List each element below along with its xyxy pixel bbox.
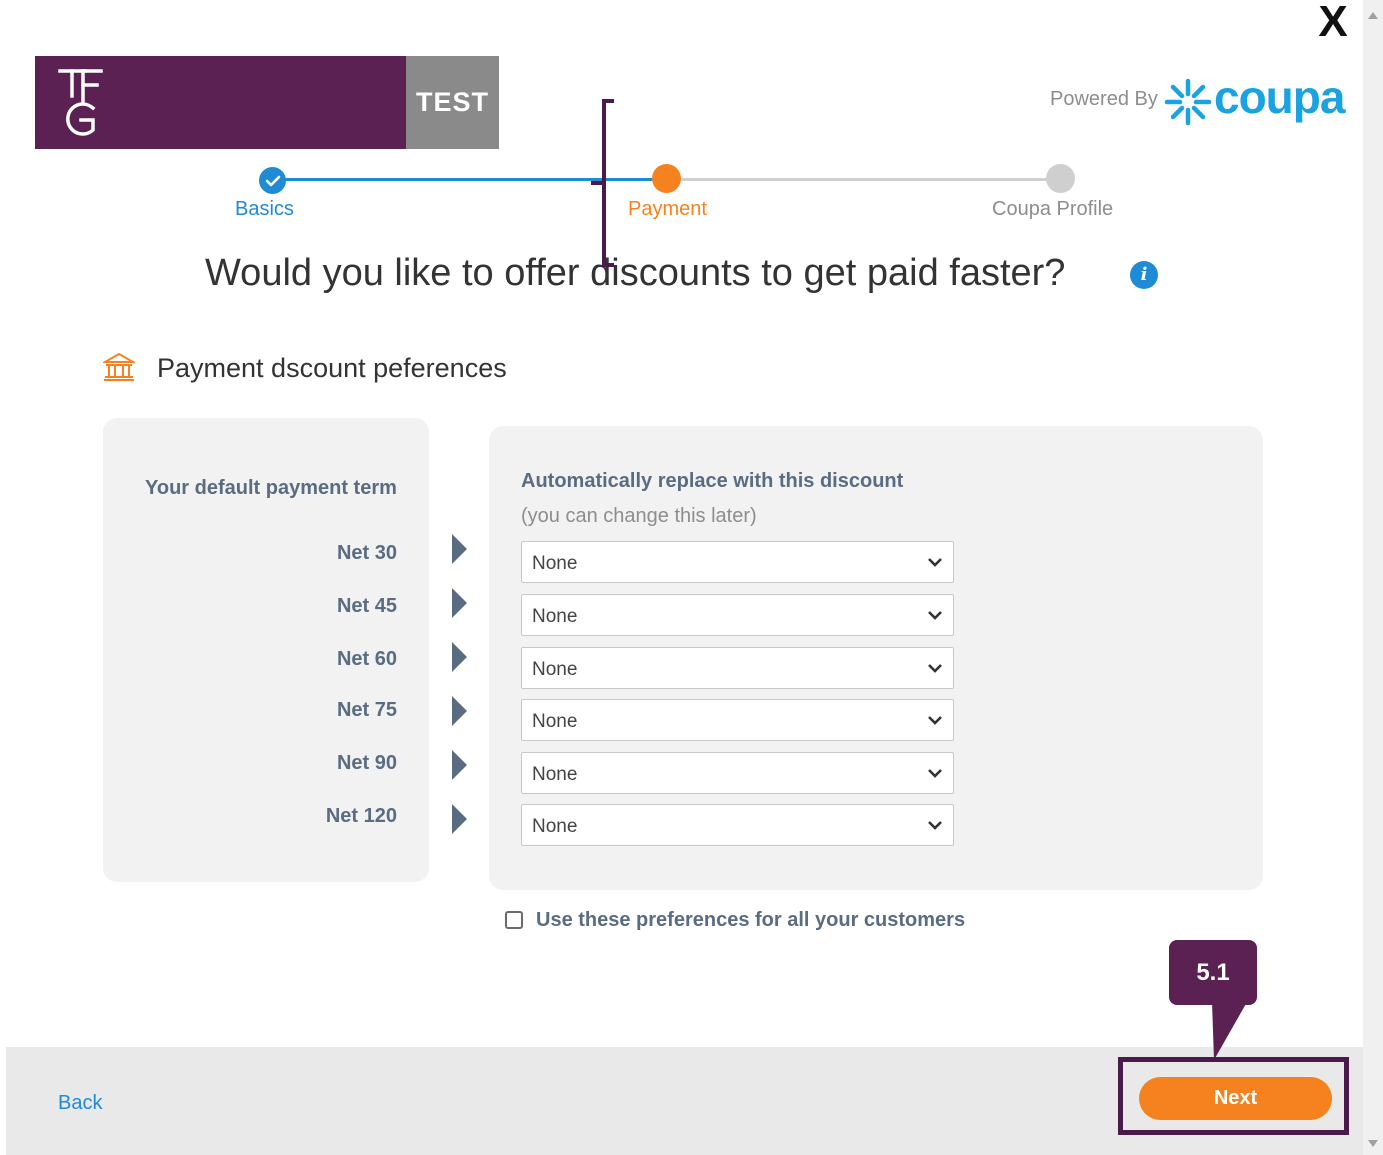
- replace-discount-header: Automatically replace with this discount: [521, 470, 904, 492]
- scroll-up-icon[interactable]: [1368, 12, 1378, 19]
- stepper-remaining-line: [667, 178, 1061, 181]
- bank-icon: [103, 352, 135, 381]
- callout-pointer: [1212, 1002, 1247, 1060]
- chevron-down-icon: [928, 769, 942, 778]
- section-title: Payment dscount peferences: [157, 353, 507, 383]
- discount-select[interactable]: None: [521, 804, 954, 846]
- coupa-burst-icon: [1164, 78, 1212, 126]
- step-payment-dot: [652, 164, 681, 193]
- arrow-right-icon: [452, 534, 467, 564]
- test-badge: TEST: [406, 56, 499, 149]
- info-icon[interactable]: i: [1130, 261, 1158, 289]
- term-label: Net 30: [336, 542, 397, 564]
- all-customers-checkbox[interactable]: [505, 911, 523, 929]
- step-basics-check-icon[interactable]: [259, 167, 286, 194]
- replace-discount-subheader: (you can change this later): [521, 505, 757, 527]
- powered-by-label: Powered By: [1050, 88, 1158, 110]
- back-link[interactable]: Back: [58, 1092, 102, 1115]
- arrow-right-icon: [452, 642, 467, 672]
- discount-select-value: None: [532, 606, 578, 627]
- coupa-logo-text: coupa: [1214, 71, 1345, 123]
- scroll-down-icon[interactable]: [1368, 1140, 1378, 1147]
- step-basics-label[interactable]: Basics: [235, 198, 294, 221]
- term-label: Net 60: [336, 648, 397, 670]
- discount-select[interactable]: None: [521, 541, 954, 583]
- arrow-right-icon: [452, 804, 467, 834]
- tfg-monogram-icon: [58, 69, 103, 136]
- annotation-bracket-top: [602, 99, 614, 103]
- discount-select-value: None: [532, 764, 578, 785]
- chevron-down-icon: [928, 716, 942, 725]
- next-button[interactable]: Next: [1139, 1077, 1332, 1120]
- discount-select[interactable]: None: [521, 699, 954, 741]
- chevron-down-icon: [928, 664, 942, 673]
- tfg-logo: [35, 56, 406, 149]
- term-label: Net 90: [336, 752, 397, 774]
- chevron-down-icon: [928, 611, 942, 620]
- term-label: Net 120: [325, 805, 397, 827]
- close-button[interactable]: X: [1312, 0, 1354, 44]
- term-label: Net 45: [336, 595, 397, 617]
- discount-select-value: None: [532, 659, 578, 680]
- arrow-right-icon: [452, 750, 467, 780]
- discount-select-value: None: [532, 711, 578, 732]
- arrow-right-icon: [452, 696, 467, 726]
- step-coupa-profile-label: Coupa Profile: [992, 198, 1114, 220]
- discount-select-value: None: [532, 553, 578, 574]
- chevron-down-icon: [928, 558, 942, 567]
- annotation-bracket-tick: [591, 181, 603, 185]
- stepper-progress-line: [272, 178, 667, 181]
- step-coupa-profile-dot: [1046, 164, 1075, 193]
- arrow-right-icon: [452, 588, 467, 618]
- annotation-bracket-bottom: [602, 263, 614, 267]
- all-customers-label[interactable]: Use these preferences for all your custo…: [536, 909, 965, 932]
- discount-select[interactable]: None: [521, 647, 954, 689]
- discount-select[interactable]: None: [521, 594, 954, 636]
- discount-select-value: None: [532, 816, 578, 837]
- discount-select[interactable]: None: [521, 752, 954, 794]
- default-term-header: Your default payment term: [145, 477, 397, 499]
- page-heading: Would you like to offer discounts to get…: [205, 252, 1066, 294]
- chevron-down-icon: [928, 821, 942, 830]
- vertical-scrollbar[interactable]: [1363, 0, 1383, 1155]
- step-payment-label: Payment: [628, 198, 707, 220]
- term-label: Net 75: [336, 699, 397, 721]
- step-callout-badge: 5.1: [1169, 940, 1257, 1005]
